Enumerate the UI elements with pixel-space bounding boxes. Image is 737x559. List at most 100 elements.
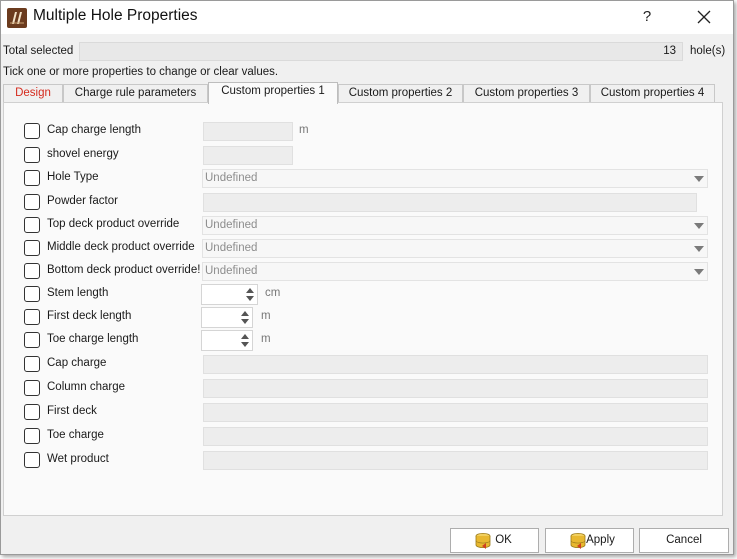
first-deck-checkbox[interactable]	[24, 404, 40, 420]
cap-charge-length-unit: m	[299, 124, 309, 136]
toe-charge-length-spinbox[interactable]	[201, 330, 253, 351]
wet-product-field[interactable]	[203, 451, 708, 470]
powder-factor-label: Powder factor	[47, 195, 118, 207]
cap-charge-label: Cap charge	[47, 357, 107, 369]
property-row-hole-type: Hole Type Undefined	[24, 169, 714, 189]
spin-down-icon[interactable]	[241, 319, 249, 324]
first-deck-length-label: First deck length	[47, 310, 132, 322]
chevron-down-icon	[694, 223, 704, 229]
property-row-shovel-energy: shovel energy	[24, 146, 704, 166]
total-selected-label: Total selected	[3, 45, 74, 57]
ok-button[interactable]: OK	[450, 528, 539, 553]
first-deck-length-unit: m	[261, 310, 271, 322]
spin-buttons[interactable]	[238, 308, 252, 327]
cap-charge-length-label: Cap charge length	[47, 124, 141, 136]
spin-buttons[interactable]	[243, 285, 257, 304]
tab-custom-properties-3[interactable]: Custom properties 3	[463, 84, 590, 103]
cap-charge-checkbox[interactable]	[24, 356, 40, 372]
first-deck-length-checkbox[interactable]	[24, 309, 40, 325]
stem-length-unit: cm	[265, 287, 281, 299]
hole-type-dropdown[interactable]: Undefined	[202, 169, 708, 188]
top-deck-product-override-label: Top deck product override	[47, 218, 180, 230]
close-icon	[697, 10, 711, 24]
powder-factor-checkbox[interactable]	[24, 194, 40, 210]
cancel-button[interactable]: Cancel	[639, 528, 729, 553]
property-row-first-deck-length: First deck length m	[24, 307, 704, 328]
first-deck-field[interactable]	[203, 403, 708, 422]
toe-charge-field[interactable]	[203, 427, 708, 446]
top-deck-product-override-dropdown[interactable]: Undefined	[202, 216, 708, 235]
bottom-deck-product-override-value: Undefined	[205, 265, 258, 277]
dialog-window: Multiple Hole Properties ? Total selecte…	[0, 0, 734, 555]
stem-length-spinbox[interactable]	[201, 284, 258, 305]
column-charge-checkbox[interactable]	[24, 380, 40, 396]
column-charge-field[interactable]	[203, 379, 708, 398]
property-row-top-deck-product-override: Top deck product override Undefined	[24, 216, 714, 236]
bottom-deck-product-override-dropdown[interactable]: Undefined	[202, 262, 708, 281]
stem-length-label: Stem length	[47, 287, 109, 299]
column-charge-label: Column charge	[47, 381, 125, 393]
toe-charge-length-label: Toe charge length	[47, 333, 139, 345]
help-button[interactable]: ?	[636, 5, 658, 29]
title-bar: Multiple Hole Properties ?	[1, 1, 733, 34]
shovel-energy-field[interactable]	[203, 146, 293, 165]
toe-charge-label: Toe charge	[47, 429, 104, 441]
spin-buttons[interactable]	[238, 331, 252, 350]
property-row-stem-length: Stem length cm	[24, 284, 704, 305]
property-row-middle-deck-product-override: Middle deck product override Undefined	[24, 239, 714, 259]
first-deck-length-spinbox[interactable]	[201, 307, 253, 328]
property-row-bottom-deck-product-override: Bottom deck product override! Undefined	[24, 262, 714, 282]
cap-charge-length-field[interactable]	[203, 122, 293, 141]
spin-up-icon[interactable]	[241, 334, 249, 339]
property-row-powder-factor: Powder factor	[24, 193, 714, 213]
instruction-text: Tick one or more properties to change or…	[3, 66, 279, 78]
property-row-wet-product: Wet product	[24, 451, 714, 471]
tab-custom-properties-1[interactable]: Custom properties 1	[208, 82, 338, 104]
toe-charge-length-checkbox[interactable]	[24, 332, 40, 348]
toe-charge-checkbox[interactable]	[24, 428, 40, 444]
tab-bar: Design Charge rule parameters Custom pro…	[3, 82, 723, 104]
hole-type-label: Hole Type	[47, 171, 99, 183]
hole-type-value: Undefined	[205, 172, 258, 184]
top-deck-product-override-checkbox[interactable]	[24, 217, 40, 233]
property-row-cap-charge: Cap charge	[24, 355, 714, 375]
total-selected-unit: hole(s)	[690, 45, 726, 57]
bottom-deck-product-override-checkbox[interactable]	[24, 263, 40, 279]
property-row-column-charge: Column charge	[24, 379, 714, 399]
bottom-deck-product-override-label: Bottom deck product override!	[47, 264, 201, 276]
wet-product-checkbox[interactable]	[24, 452, 40, 468]
middle-deck-product-override-checkbox[interactable]	[24, 240, 40, 256]
spin-up-icon[interactable]	[246, 288, 254, 293]
window-title: Multiple Hole Properties	[33, 7, 198, 24]
tab-custom-properties-2[interactable]: Custom properties 2	[338, 84, 463, 103]
tab-design[interactable]: Design	[3, 84, 63, 103]
first-deck-label: First deck	[47, 405, 97, 417]
spin-down-icon[interactable]	[246, 296, 254, 301]
tab-panel: Cap charge length m shovel energy Hole T…	[3, 102, 723, 516]
middle-deck-product-override-dropdown[interactable]: Undefined	[202, 239, 708, 258]
cap-charge-field[interactable]	[203, 355, 708, 374]
tab-charge-rule-parameters[interactable]: Charge rule parameters	[63, 84, 208, 103]
cap-charge-length-checkbox[interactable]	[24, 123, 40, 139]
middle-deck-product-override-value: Undefined	[205, 242, 258, 254]
explosive-app-icon	[7, 8, 27, 28]
total-selected-count: 13	[79, 42, 683, 61]
spin-down-icon[interactable]	[241, 342, 249, 347]
tab-custom-properties-4[interactable]: Custom properties 4	[590, 84, 715, 103]
shovel-energy-checkbox[interactable]	[24, 147, 40, 163]
database-apply-icon	[568, 531, 588, 551]
hole-type-checkbox[interactable]	[24, 170, 40, 186]
chevron-down-icon	[694, 246, 704, 252]
powder-factor-field[interactable]	[203, 193, 697, 212]
property-row-toe-charge: Toe charge	[24, 427, 714, 447]
close-button[interactable]	[691, 5, 717, 29]
wet-product-label: Wet product	[47, 453, 109, 465]
top-deck-product-override-value: Undefined	[205, 219, 258, 231]
chevron-down-icon	[694, 176, 704, 182]
toe-charge-length-unit: m	[261, 333, 271, 345]
apply-button[interactable]: Apply	[545, 528, 634, 553]
spin-up-icon[interactable]	[241, 311, 249, 316]
property-row-first-deck: First deck	[24, 403, 714, 423]
property-row-cap-charge-length: Cap charge length m	[24, 122, 704, 142]
stem-length-checkbox[interactable]	[24, 286, 40, 302]
